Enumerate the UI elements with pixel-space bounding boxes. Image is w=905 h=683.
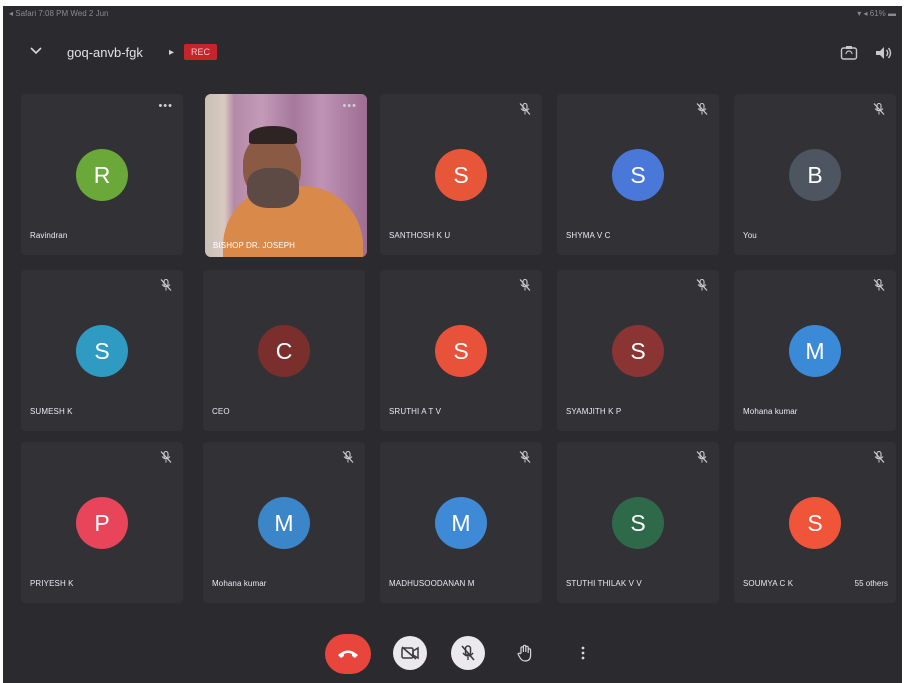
camera-off-icon bbox=[401, 646, 419, 660]
participant-tile[interactable]: S SUMESH K bbox=[21, 270, 183, 431]
meet-screen: ◂ Safari 7:08 PM Wed 2 Jun ▾ ◂ 61% ▬ goq… bbox=[3, 6, 902, 683]
participant-tile[interactable]: S SRUTHI A T V bbox=[380, 270, 542, 431]
mic-off-icon bbox=[872, 450, 886, 464]
raise-hand-button[interactable] bbox=[508, 636, 542, 670]
participant-name: SANTHOSH K U bbox=[389, 231, 451, 240]
hand-icon bbox=[517, 644, 532, 662]
video-person-beard bbox=[247, 168, 299, 208]
participant-avatar: B bbox=[789, 148, 841, 201]
others-count[interactable]: 55 others bbox=[855, 579, 888, 588]
hang-up-icon bbox=[338, 650, 358, 658]
participant-tile[interactable]: P PRIYESH K bbox=[21, 442, 183, 603]
participant-name: Mohana kumar bbox=[212, 579, 267, 588]
mic-off-icon bbox=[518, 450, 532, 464]
mic-off-icon bbox=[872, 102, 886, 116]
participant-avatar: S bbox=[612, 148, 664, 201]
call-controls bbox=[3, 634, 902, 680]
participant-grid: R Ravindran ••• BISHOP DR. JOSEPH ••• S SANTHO… bbox=[3, 6, 902, 683]
mic-off-icon bbox=[341, 450, 355, 464]
participant-name: You bbox=[743, 231, 757, 240]
mic-off-icon bbox=[461, 645, 475, 661]
mic-off-icon bbox=[159, 450, 173, 464]
more-vert-icon bbox=[581, 646, 585, 660]
participant-avatar: P bbox=[76, 496, 128, 549]
participant-tile[interactable]: M MADHUSOODANAN M bbox=[380, 442, 542, 603]
participant-name: Ravindran bbox=[30, 231, 68, 240]
participant-tile[interactable]: BISHOP DR. JOSEPH ••• bbox=[205, 94, 367, 257]
participant-name: MADHUSOODANAN M bbox=[389, 579, 475, 588]
participant-avatar: S bbox=[612, 324, 664, 377]
participant-name: PRIYESH K bbox=[30, 579, 74, 588]
participant-tile[interactable]: C CEO bbox=[203, 270, 365, 431]
camera-toggle-button[interactable] bbox=[393, 636, 427, 670]
participant-tile[interactable]: S SYAMJITH K P bbox=[557, 270, 719, 431]
video-person-cap bbox=[249, 126, 297, 144]
more-options-button[interactable] bbox=[566, 636, 600, 670]
participant-name: SRUTHI A T V bbox=[389, 407, 442, 416]
tile-more-icon[interactable]: ••• bbox=[158, 100, 173, 112]
participant-name: SOUMYA C K bbox=[743, 579, 794, 588]
mic-toggle-button[interactable] bbox=[451, 636, 485, 670]
participant-avatar: M bbox=[435, 496, 487, 549]
participant-name: STUTHI THILAK V V bbox=[566, 579, 642, 588]
participant-name: SYAMJITH K P bbox=[566, 407, 622, 416]
participant-avatar: S bbox=[789, 496, 841, 549]
mic-off-icon bbox=[518, 102, 532, 116]
participant-avatar: M bbox=[789, 324, 841, 377]
participant-tile[interactable]: M Mohana kumar bbox=[734, 270, 896, 431]
mic-off-icon bbox=[695, 102, 709, 116]
participant-tile[interactable]: S SANTHOSH K U bbox=[380, 94, 542, 255]
participant-avatar: C bbox=[258, 324, 310, 377]
mic-off-icon bbox=[695, 450, 709, 464]
participant-name: Mohana kumar bbox=[743, 407, 798, 416]
participant-tile[interactable]: S STUTHI THILAK V V bbox=[557, 442, 719, 603]
participant-avatar: M bbox=[258, 496, 310, 549]
participant-tile[interactable]: S SHYMA V C bbox=[557, 94, 719, 255]
participant-avatar: S bbox=[76, 324, 128, 377]
participant-avatar: S bbox=[435, 324, 487, 377]
participant-avatar: S bbox=[612, 496, 664, 549]
participant-tile[interactable]: B You bbox=[734, 94, 896, 255]
participant-tile[interactable]: S SOUMYA C K 55 others bbox=[734, 442, 896, 603]
mic-off-icon bbox=[518, 278, 532, 292]
participant-tile[interactable]: R Ravindran ••• bbox=[21, 94, 183, 255]
participant-name: BISHOP DR. JOSEPH bbox=[213, 241, 296, 250]
tile-more-icon[interactable]: ••• bbox=[342, 100, 357, 112]
mic-off-icon bbox=[695, 278, 709, 292]
end-call-button[interactable] bbox=[325, 634, 371, 674]
participant-name: CEO bbox=[212, 407, 230, 416]
participant-name: SUMESH K bbox=[30, 407, 73, 416]
participant-tile[interactable]: M Mohana kumar bbox=[203, 442, 365, 603]
mic-off-icon bbox=[872, 278, 886, 292]
participant-avatar: R bbox=[76, 148, 128, 201]
mic-off-icon bbox=[159, 278, 173, 292]
participant-avatar: S bbox=[435, 148, 487, 201]
participant-name: SHYMA V C bbox=[566, 231, 611, 240]
